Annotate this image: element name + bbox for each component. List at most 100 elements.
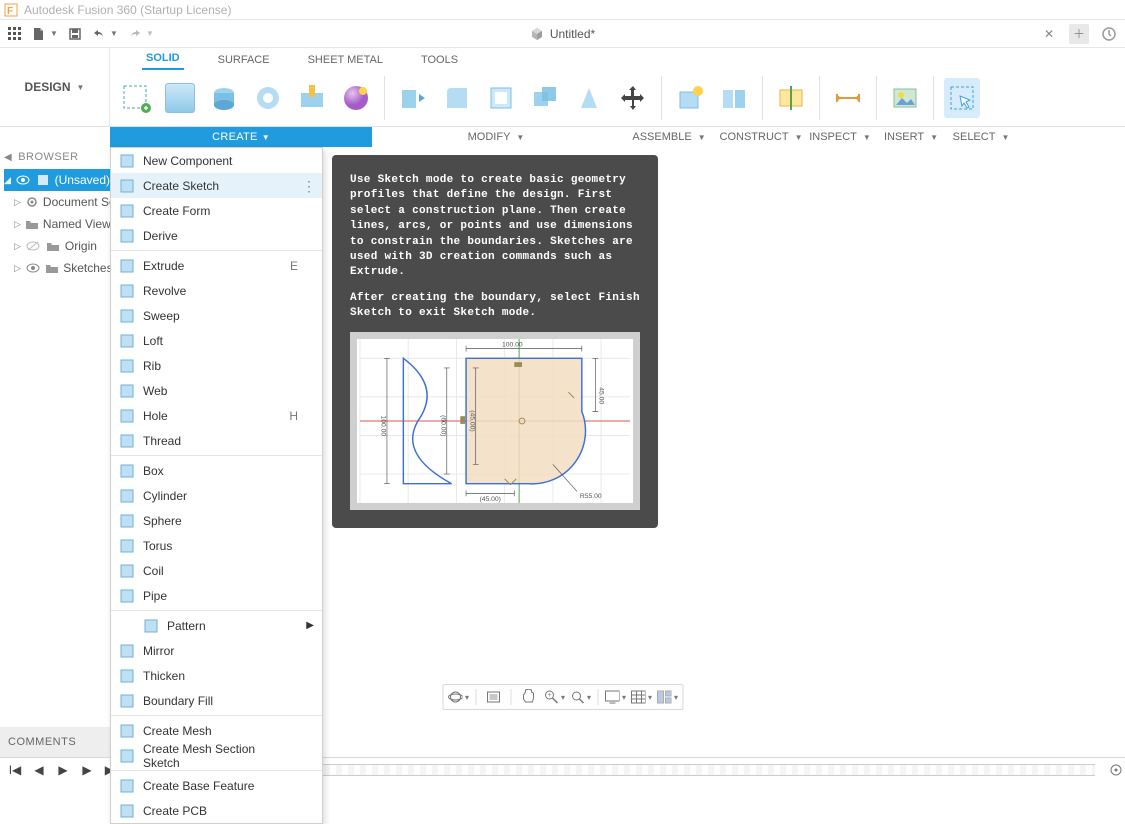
inspect-panel-label[interactable]: INSPECT▼: [804, 127, 876, 147]
press-pull-tool[interactable]: [395, 78, 431, 118]
menu-item-label: Boundary Fill: [143, 694, 213, 708]
menu-item[interactable]: Revolve: [111, 278, 322, 303]
tree-root[interactable]: ◢ (Unsaved): [4, 169, 110, 191]
menu-item[interactable]: Box: [111, 458, 322, 483]
menu-item-label: Derive: [143, 229, 178, 243]
new-component-tool[interactable]: [672, 78, 708, 118]
menu-item[interactable]: Mirror: [111, 638, 322, 663]
menu-item[interactable]: New Component: [111, 148, 322, 173]
orbit-button[interactable]: ▾: [447, 687, 469, 707]
look-at-button[interactable]: [482, 687, 504, 707]
menu-item[interactable]: Cylinder: [111, 483, 322, 508]
draft-tool[interactable]: [571, 78, 607, 118]
menu-item[interactable]: Sphere: [111, 508, 322, 533]
redo-button[interactable]: ▼: [124, 23, 158, 45]
move-tool[interactable]: [615, 78, 651, 118]
menu-item[interactable]: Create Form: [111, 198, 322, 223]
timeline-play[interactable]: ▶: [54, 761, 72, 779]
comments-panel-header[interactable]: COMMENTS: [0, 727, 110, 757]
menu-item[interactable]: Create PCB: [111, 798, 322, 823]
menu-item[interactable]: Create Base Feature: [111, 773, 322, 798]
menu-item[interactable]: ExtrudeE: [111, 253, 322, 278]
combine-tool[interactable]: [527, 78, 563, 118]
menu-item-more[interactable]: ⋮: [302, 179, 316, 193]
timeline-step-back[interactable]: ◀: [30, 761, 48, 779]
menu-item[interactable]: Pipe: [111, 583, 322, 608]
grid-settings-button[interactable]: ▾: [630, 687, 652, 707]
create-form-tool[interactable]: [162, 78, 198, 118]
construct-plane-tool[interactable]: [773, 78, 809, 118]
quick-access-bar: ▼ ▼ ▼ Untitled* ✕ ＋: [0, 20, 1125, 48]
sphere-tool[interactable]: [338, 78, 374, 118]
timeline-go-start[interactable]: I◀: [6, 761, 24, 779]
construct-panel-label[interactable]: CONSTRUCT▼: [718, 127, 804, 147]
measure-tool[interactable]: [830, 78, 866, 118]
gear-icon: [25, 194, 39, 210]
workspace-switcher[interactable]: DESIGN▼: [13, 74, 97, 100]
menu-item[interactable]: HoleH: [111, 403, 322, 428]
menu-item[interactable]: Create Mesh Section Sketch: [111, 743, 322, 768]
save-button[interactable]: [64, 23, 86, 45]
menu-item[interactable]: Sweep: [111, 303, 322, 328]
revolve-tool[interactable]: [250, 78, 286, 118]
timeline-step-fwd[interactable]: ▶: [78, 761, 96, 779]
menu-item[interactable]: Thread: [111, 428, 322, 453]
fillet-tool[interactable]: [439, 78, 475, 118]
hole-tool[interactable]: [294, 78, 330, 118]
tree-item-sketches[interactable]: ▷ Sketches: [4, 257, 110, 279]
menu-item[interactable]: Loft: [111, 328, 322, 353]
create-dropdown-menu: New ComponentCreate Sketch⋮Create Form De…: [110, 147, 323, 824]
panel-modify: [387, 78, 659, 118]
browser-header[interactable]: ◀ BROWSER: [0, 147, 110, 167]
assemble-panel-label[interactable]: ASSEMBLE▼: [620, 127, 718, 147]
pan-button[interactable]: [517, 687, 539, 707]
cube-icon: [530, 27, 544, 41]
tab-tools[interactable]: TOOLS: [417, 52, 462, 70]
insert-tool[interactable]: [887, 78, 923, 118]
tree-item-named-views[interactable]: ▷ Named Views: [4, 213, 110, 235]
app-grid-button[interactable]: [4, 23, 26, 45]
menu-shortcut: H: [289, 409, 298, 423]
tree-item-doc-settings[interactable]: ▷ Document Settings: [4, 191, 110, 213]
select-tool[interactable]: [944, 78, 980, 118]
viewport-layout-button[interactable]: ▾: [656, 687, 678, 707]
select-panel-label[interactable]: SELECT▼: [946, 127, 1016, 147]
modify-panel-label[interactable]: MODIFY▼: [372, 127, 620, 147]
visibility-icon[interactable]: [15, 172, 31, 188]
joint-tool[interactable]: [716, 78, 752, 118]
create-sketch-tool[interactable]: [118, 78, 154, 118]
timeline-settings[interactable]: [1107, 761, 1125, 779]
visibility-off-icon[interactable]: [25, 238, 41, 254]
menu-item[interactable]: Create Mesh: [111, 718, 322, 743]
tab-sheet-metal[interactable]: SHEET METAL: [304, 52, 387, 70]
tab-surface[interactable]: SURFACE: [214, 52, 274, 70]
create-panel-header[interactable]: CREATE▼: [110, 127, 372, 147]
menu-item[interactable]: Thicken: [111, 663, 322, 688]
menu-item[interactable]: Boundary Fill: [111, 688, 322, 713]
fit-button[interactable]: ▾: [569, 687, 591, 707]
menu-item[interactable]: Torus: [111, 533, 322, 558]
collapse-browser-icon[interactable]: ◀: [4, 152, 12, 163]
menu-item[interactable]: Web: [111, 378, 322, 403]
svg-text:R55.00: R55.00: [580, 493, 602, 500]
svg-text:F: F: [7, 6, 13, 17]
tree-item-origin[interactable]: ▷ Origin: [4, 235, 110, 257]
insert-panel-label[interactable]: INSERT▼: [876, 127, 946, 147]
menu-item[interactable]: Create Sketch⋮: [111, 173, 322, 198]
undo-button[interactable]: ▼: [88, 23, 122, 45]
menu-item[interactable]: Derive: [111, 223, 322, 248]
menu-item[interactable]: Pattern▶: [111, 613, 322, 638]
origin-icon: [45, 238, 61, 254]
shell-tool[interactable]: [483, 78, 519, 118]
zoom-button[interactable]: +▾: [543, 687, 565, 707]
close-tab-button[interactable]: ✕: [1039, 24, 1059, 44]
menu-item[interactable]: Rib: [111, 353, 322, 378]
new-tab-button[interactable]: ＋: [1069, 24, 1089, 44]
menu-item[interactable]: Coil: [111, 558, 322, 583]
visibility-icon[interactable]: [25, 260, 40, 276]
extrude-tool[interactable]: [206, 78, 242, 118]
tab-solid[interactable]: SOLID: [142, 50, 184, 70]
display-settings-button[interactable]: ▾: [604, 687, 626, 707]
file-menu-button[interactable]: ▼: [28, 23, 62, 45]
notifications-button[interactable]: [1099, 24, 1119, 44]
